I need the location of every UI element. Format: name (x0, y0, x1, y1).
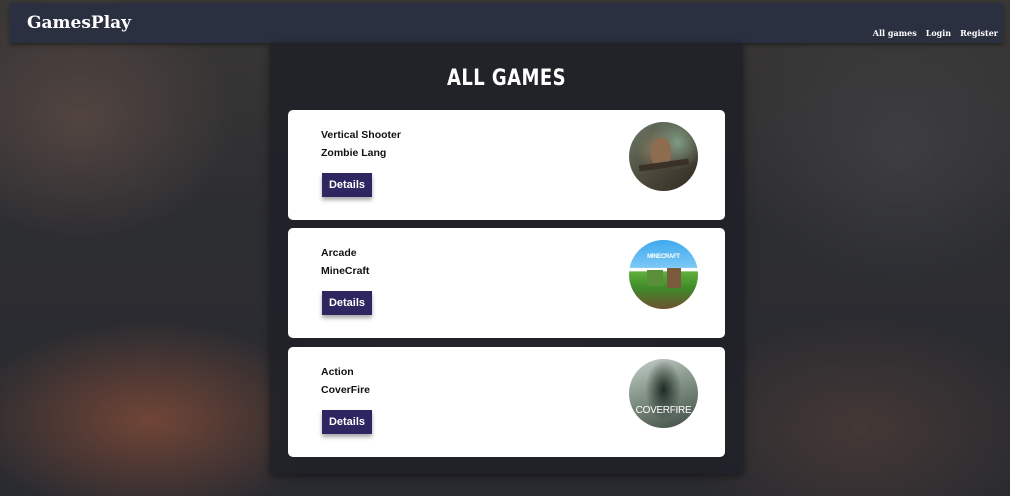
main-nav: All games Login Register (873, 28, 998, 38)
game-genre: Vertical Shooter (321, 129, 401, 141)
details-button[interactable]: Details (322, 291, 372, 315)
game-card: Vertical Shooter Zombie Lang Details (288, 110, 725, 220)
game-genre: Arcade (321, 247, 357, 259)
minecraft-game-image: MINECRAFT (629, 240, 698, 309)
zombie-game-image (629, 122, 698, 191)
minecraft-logo-text: MINECRAFT (647, 254, 680, 260)
game-genre: Action (321, 366, 354, 378)
top-navbar: GamesPlay All games Login Register (10, 3, 1003, 43)
game-title: CoverFire (321, 384, 371, 396)
coverfire-game-image: COVERFIRE (629, 359, 698, 428)
site-logo-link[interactable]: GamesPlay (27, 13, 131, 33)
game-title: MineCraft (321, 265, 370, 277)
nav-link-login[interactable]: Login (926, 28, 951, 38)
block-shape (667, 268, 681, 288)
nav-link-register[interactable]: Register (960, 28, 998, 38)
details-button[interactable]: Details (322, 173, 372, 197)
coverfire-logo-text: COVERFIRE (635, 405, 692, 416)
nav-link-all-games[interactable]: All games (873, 28, 917, 38)
game-card: Action CoverFire Details COVERFIRE (288, 347, 725, 457)
all-games-panel: ALL GAMES Vertical Shooter Zombie Lang D… (270, 43, 743, 474)
block-shape (647, 270, 663, 286)
details-button[interactable]: Details (322, 410, 372, 434)
game-card: Arcade MineCraft Details MINECRAFT (288, 228, 725, 338)
game-title: Zombie Lang (321, 147, 387, 159)
page-title: ALL GAMES (447, 66, 566, 91)
